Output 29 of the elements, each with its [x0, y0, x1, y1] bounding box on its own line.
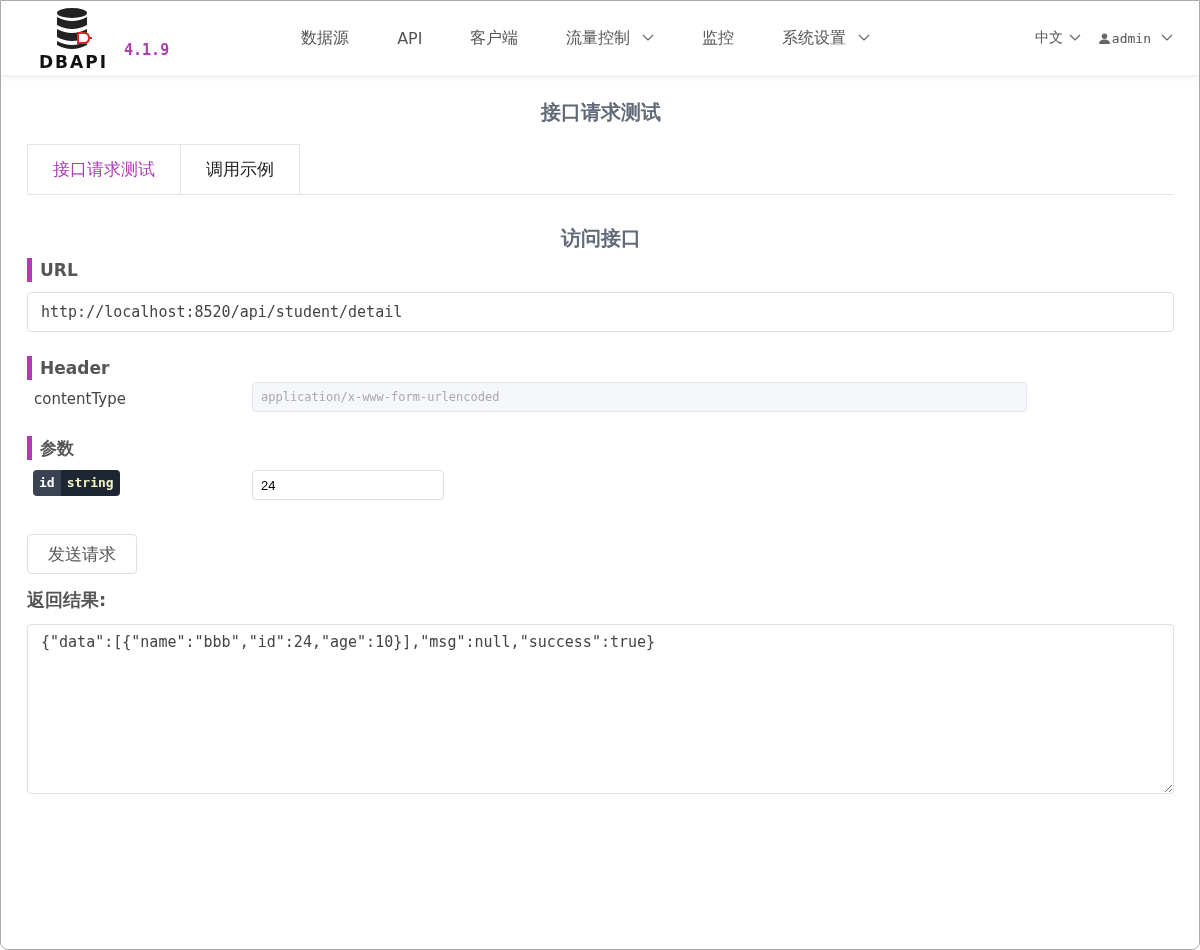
param-name-tag: id: [33, 470, 61, 496]
page-title: 接口请求测试: [539, 99, 662, 126]
nav-item[interactable]: 监控: [678, 27, 759, 49]
param-type-tag: string: [60, 470, 120, 496]
chevron-down-icon: [1068, 34, 1081, 42]
tab[interactable]: 接口请求测试: [27, 144, 181, 194]
header-name: contentType: [33, 390, 127, 408]
param-value-field[interactable]: 24: [252, 470, 444, 500]
user-menu[interactable]: admin: [1098, 29, 1173, 47]
language-menu[interactable]: 中文: [1034, 29, 1081, 47]
nav-item[interactable]: 系统设置: [758, 27, 895, 49]
user-icon: [1098, 32, 1110, 44]
url-field[interactable]: http://localhost:8520/api/student/detail: [27, 292, 1174, 332]
send-button[interactable]: 发送请求: [27, 534, 137, 574]
section-heading: URL: [27, 258, 1174, 282]
section-heading: 参数: [27, 436, 1174, 460]
nav-item[interactable]: API: [373, 27, 447, 49]
tab[interactable]: 调用示例: [181, 144, 300, 194]
nav-item[interactable]: 数据源: [277, 27, 374, 49]
section-title: 访问接口: [559, 225, 642, 252]
version-label: 4.1.9: [124, 41, 170, 59]
nav-item[interactable]: 流量控制: [542, 27, 679, 49]
result-field[interactable]: {"data":[{"name":"bbb","id":24,"age":10}],"msg":null,"success":true}: [27, 624, 1174, 794]
chevron-down-icon: [858, 34, 871, 42]
result-label: 返回结果:: [27, 588, 108, 612]
logo-text: DBAPI: [39, 53, 108, 71]
chevron-down-icon: [1161, 34, 1173, 42]
chevron-down-icon: [642, 34, 655, 42]
nav-item[interactable]: 客户端: [446, 27, 543, 49]
